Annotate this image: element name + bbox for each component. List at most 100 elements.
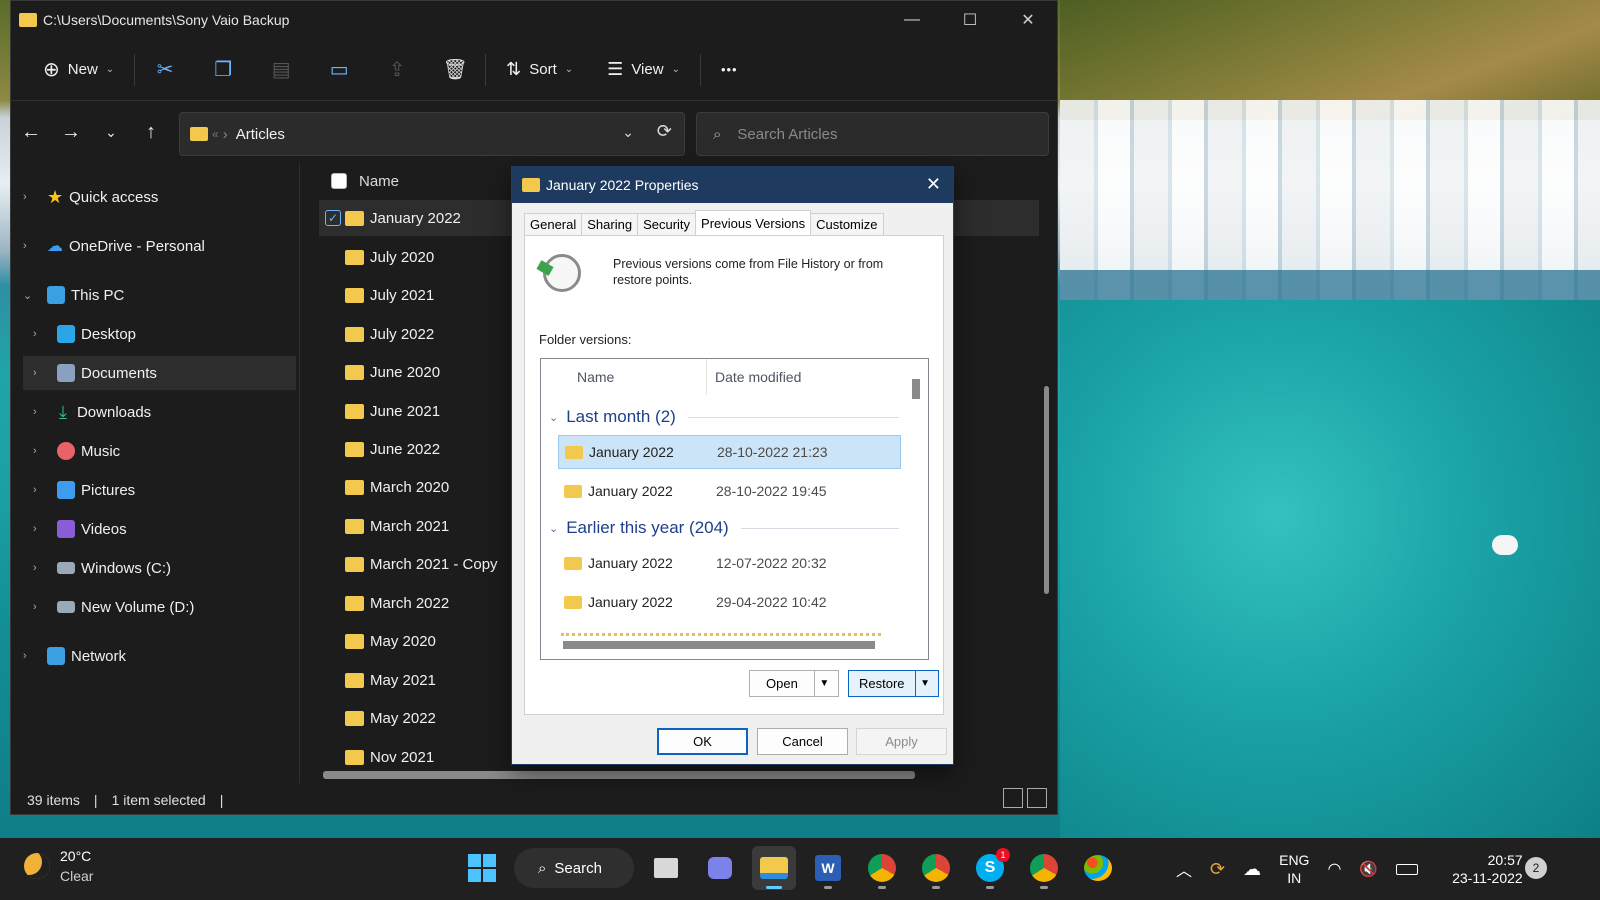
restore-split-button[interactable]: Restore ▼	[848, 670, 939, 697]
chevron-right-icon: ›	[23, 650, 27, 662]
rename-button[interactable]: ▭	[319, 50, 359, 90]
restore-dropdown-arrow-icon[interactable]: ▼	[914, 671, 935, 696]
file-explorer-taskbar-button[interactable]	[752, 846, 796, 890]
view-button[interactable]: ☰ View ⌄	[597, 50, 690, 90]
taskbar-search-button[interactable]: ⌕ Search	[514, 848, 634, 888]
maximize-button[interactable]: ☐	[941, 1, 999, 39]
breadcrumb-overflow[interactable]: «	[212, 127, 219, 141]
version-group-earlier-this-year[interactable]: ⌄ Earlier this year (204)	[549, 516, 899, 540]
breadcrumb-articles[interactable]: Articles	[236, 126, 285, 143]
show-hidden-icons-button[interactable]: ︿	[1176, 857, 1192, 881]
versions-vertical-scrollbar[interactable]	[912, 379, 920, 399]
chrome-taskbar-button-1[interactable]	[860, 846, 904, 890]
back-button[interactable]: ←	[11, 121, 51, 144]
paste-button[interactable]: ▤	[261, 50, 301, 90]
onedrive-cloud-icon[interactable]: ☁	[1243, 859, 1261, 880]
version-row[interactable]: January 2022 28-10-2022 19:45	[558, 474, 901, 508]
delete-button[interactable]: 🗑	[435, 50, 475, 90]
open-dropdown-arrow-icon[interactable]: ▼	[813, 671, 834, 696]
row-checkbox[interactable]: ✓	[325, 210, 341, 226]
select-all-checkbox[interactable]	[331, 173, 347, 189]
nav-item-this-pc[interactable]: ⌄ This PC	[23, 278, 124, 312]
tab-security[interactable]: Security	[637, 213, 697, 236]
input-language-indicator[interactable]: ENG IN	[1279, 851, 1309, 887]
search-icon: ⌕	[538, 859, 547, 877]
column-header-name[interactable]: Name	[319, 163, 399, 199]
minimize-button[interactable]: —	[883, 1, 941, 39]
teams-chat-button[interactable]	[698, 846, 742, 890]
volume-muted-icon[interactable]: 🔇	[1359, 860, 1378, 878]
address-bar[interactable]: « › Articles ⌄ ⟳	[179, 112, 685, 156]
share-button[interactable]: ⇪	[377, 50, 417, 90]
version-row[interactable]: January 2022 28-10-2022 21:23	[558, 435, 901, 469]
tab-previous-versions[interactable]: Previous Versions	[695, 210, 812, 236]
dialog-close-button[interactable]: ✕	[926, 174, 941, 195]
version-row[interactable]: January 2022 12-07-2022 20:32	[558, 546, 901, 580]
skype-taskbar-button[interactable]: S 1	[968, 846, 1012, 890]
weather-condition: Clear	[60, 868, 94, 884]
version-date: 12-07-2022 20:32	[716, 555, 827, 571]
copy-button[interactable]: ❐	[203, 50, 243, 90]
download-icon: ⤓	[59, 401, 67, 422]
address-dropdown-button[interactable]: ⌄	[622, 124, 634, 141]
weather-widget[interactable]: 20°C Clear	[24, 846, 93, 886]
version-group-last-month[interactable]: ⌄ Last month (2)	[549, 405, 899, 429]
nav-item-desktop[interactable]: › Desktop	[33, 317, 136, 351]
nav-item-label: Music	[81, 442, 121, 460]
start-button[interactable]	[460, 846, 504, 890]
column-header-name[interactable]: Name	[541, 359, 707, 395]
close-button[interactable]: ✕	[999, 1, 1057, 39]
horizontal-scrollbar[interactable]	[323, 771, 915, 779]
nav-item-pictures[interactable]: › Pictures	[33, 473, 135, 507]
folder-icon	[565, 445, 583, 459]
vertical-scrollbar[interactable]	[1044, 386, 1049, 594]
tab-customize[interactable]: Customize	[810, 213, 884, 236]
nav-item-onedrive[interactable]: › ☁ OneDrive - Personal	[23, 229, 205, 263]
nav-item-quick-access[interactable]: › ★ Quick access	[23, 180, 158, 214]
refresh-button[interactable]: ⟳	[657, 121, 672, 142]
details-view-button[interactable]	[1003, 788, 1023, 808]
search-box[interactable]: ⌕ Search Articles	[696, 112, 1049, 156]
more-options-button[interactable]: •••	[711, 50, 748, 90]
nav-item-network[interactable]: › Network	[23, 639, 126, 673]
nav-item-music[interactable]: › Music	[33, 434, 120, 468]
group-divider	[687, 416, 899, 418]
versions-horizontal-scrollbar[interactable]	[563, 641, 875, 649]
file-name: May 2022	[370, 709, 436, 727]
up-button[interactable]: ↑	[131, 121, 171, 144]
pane-divider[interactable]	[299, 163, 300, 783]
file-name: May 2020	[370, 632, 436, 650]
recent-locations-button[interactable]: ⌄	[91, 124, 131, 141]
cancel-button[interactable]: Cancel	[757, 728, 848, 755]
clock[interactable]: 20:57 23-11-2022	[1452, 851, 1523, 887]
word-taskbar-button[interactable]: W	[806, 846, 850, 890]
dialog-tabs: General Sharing Security Previous Versio…	[524, 210, 884, 236]
nav-item-downloads[interactable]: › ⤓ Downloads	[33, 395, 151, 429]
notification-center-badge[interactable]: 2	[1525, 857, 1547, 879]
tab-sharing[interactable]: Sharing	[581, 213, 639, 236]
paint-taskbar-button[interactable]	[1076, 846, 1120, 890]
forward-button[interactable]: →	[51, 121, 91, 144]
nav-item-windows-c[interactable]: › Windows (C:)	[33, 551, 171, 585]
tiles-view-button[interactable]	[1027, 788, 1047, 808]
open-split-button[interactable]: Open ▼	[749, 670, 839, 697]
cut-button[interactable]: ✂	[145, 50, 185, 90]
tab-general[interactable]: General	[524, 213, 583, 236]
folder-icon	[564, 556, 582, 570]
wifi-icon[interactable]: ◠	[1327, 859, 1341, 879]
task-view-button[interactable]	[644, 846, 688, 890]
dialog-titlebar[interactable]: January 2022 Properties	[512, 167, 953, 203]
nav-item-documents[interactable]: › Documents	[23, 356, 296, 390]
nav-item-new-volume-d[interactable]: › New Volume (D:)	[33, 590, 194, 624]
chrome-taskbar-button-3[interactable]	[1022, 846, 1066, 890]
nav-item-videos[interactable]: › Videos	[33, 512, 127, 546]
apply-button[interactable]: Apply	[856, 728, 947, 755]
chrome-taskbar-button-2[interactable]	[914, 846, 958, 890]
sort-button[interactable]: ⇅ Sort ⌄	[496, 50, 583, 90]
sync-icon[interactable]: ⟳	[1210, 859, 1225, 880]
version-row[interactable]: January 2022 29-04-2022 10:42	[558, 585, 901, 619]
battery-icon[interactable]	[1396, 863, 1419, 875]
ok-button[interactable]: OK	[657, 728, 748, 755]
new-button[interactable]: ⊕ New ⌄	[33, 50, 124, 90]
column-header-date-modified[interactable]: Date modified	[707, 369, 801, 385]
